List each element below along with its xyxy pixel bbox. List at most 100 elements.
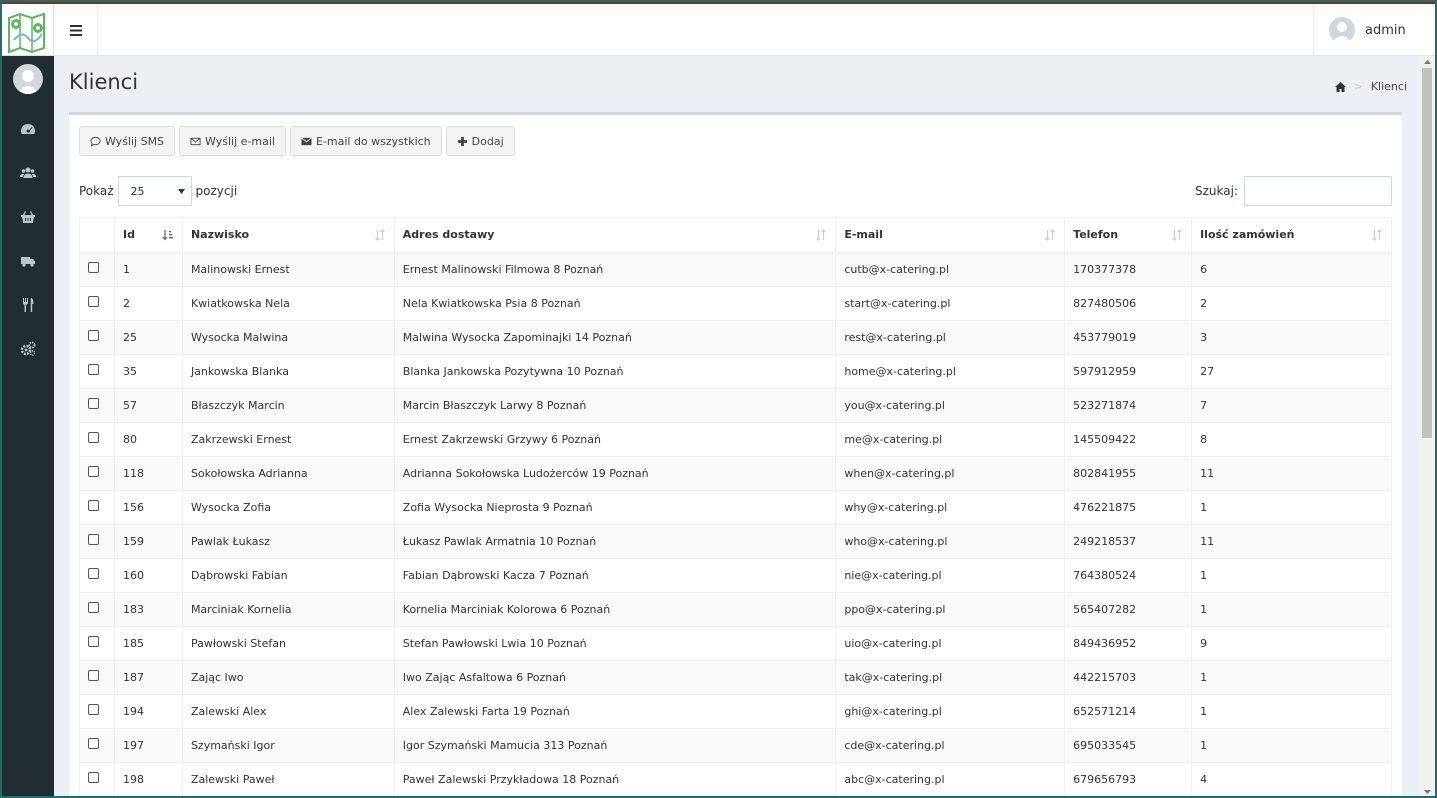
send-email-button[interactable]: Wyślij e-mail [179,126,286,156]
app-window: admin Klienci > Klienci Wyślij SMS Wyśli… [2,2,1435,796]
sidebar-item-clients[interactable] [2,158,54,188]
row-checkbox[interactable] [88,363,99,375]
table-row[interactable]: 25 Wysocka Malwina Malwina Wysocka Zapomin… [79,320,1392,355]
table-row[interactable]: 160 Dąbrowski Fabian Fabian Dąbrowski Kacz… [79,558,1392,593]
cell-select [79,388,115,423]
column-header-label: Adres dostawy [402,228,495,242]
cell-phone: 145509422 [1064,422,1193,457]
scroll-thumb[interactable] [1422,68,1432,438]
table-row[interactable]: 156 Wysocka Zofia Zofia Wysocka Nieprosta … [79,490,1392,525]
table-row[interactable]: 57 Błaszczyk Marcin Marcin Błaszczyk Larwy… [79,388,1392,423]
send-sms-button[interactable]: Wyślij SMS [79,126,176,156]
row-checkbox[interactable] [88,533,99,545]
select-column-header [79,217,115,254]
cell-phone: 849436952 [1064,626,1193,661]
cell-email: ghi@x-catering.pl [835,694,1066,729]
column-header-orders[interactable]: Ilość zamówień [1191,217,1392,254]
row-checkbox[interactable] [88,465,99,477]
row-checkbox[interactable] [88,771,99,783]
cell-phone: 679656793 [1064,762,1193,796]
cell-surname: Marciniak Kornelia [181,592,395,627]
add-client-label: Dodaj [471,134,504,148]
cell-orders: 1 [1191,728,1392,763]
column-header-email[interactable]: E-mail [835,217,1066,254]
column-header-address[interactable]: Adres dostawy [393,217,837,254]
cell-orders: 3 [1191,320,1392,355]
user-menu[interactable]: admin [1313,4,1435,56]
table-row[interactable]: 2 Kwiatkowska Nela Nela Kwiatkowska Psia 8… [79,286,1392,321]
cell-email: cde@x-catering.pl [835,728,1066,763]
table-row[interactable]: 198 Zalewski Paweł Paweł Zalewski Przykład… [79,762,1392,796]
cell-phone: 523271874 [1064,388,1193,423]
cell-surname: Wysocka Malwina [181,320,395,355]
cell-select [79,660,115,695]
row-checkbox[interactable] [88,567,99,579]
table-row[interactable]: 118 Sokołowska Adrianna Adrianna Sokołowsk… [79,456,1392,491]
table-row[interactable]: 80 Zakrzewski Ernest Ernest Zakrzewski Grz… [79,422,1392,457]
sidebar-item-menu[interactable] [2,290,54,320]
cell-select [79,626,115,661]
cell-orders: 1 [1191,660,1392,695]
cell-email: when@x-catering.pl [835,456,1066,491]
cell-surname: Zając Iwo [181,660,395,695]
cell-email: who@x-catering.pl [835,524,1066,559]
sort-icon [374,229,385,241]
scroll-up-button[interactable] [1419,56,1435,68]
row-checkbox[interactable] [88,737,99,749]
table-row[interactable]: 35 Jankowska Blanka Blanka Jankowska Pozyt… [79,354,1392,389]
sidebar-user-avatar[interactable] [13,64,43,94]
add-client-button[interactable]: Dodaj [445,126,515,156]
sidebar-item-dashboard[interactable] [2,114,54,144]
sidebar-item-settings[interactable] [2,334,54,364]
basket-icon [21,211,35,223]
cell-select [79,592,115,627]
row-checkbox[interactable] [88,295,99,307]
sidebar [2,4,54,796]
row-checkbox[interactable] [88,601,99,613]
table-row[interactable]: 185 Pawłowski Stefan Stefan Pawłowski Lwia… [79,626,1392,661]
row-checkbox[interactable] [88,669,99,681]
cell-id: 160 [113,558,183,593]
cell-select [79,694,115,729]
cell-surname: Malinowski Ernest [181,252,395,287]
column-header-id[interactable]: Id [113,217,183,254]
table-row[interactable]: 183 Marciniak Kornelia Kornelia Marciniak … [79,592,1392,627]
cell-email: start@x-catering.pl [835,286,1066,321]
cell-select [79,524,115,559]
table-row[interactable]: 194 Zalewski Alex Alex Zalewski Farta 19 P… [79,694,1392,729]
user-avatar [1329,17,1355,43]
sidebar-item-orders[interactable] [2,202,54,232]
column-header-surname[interactable]: Nazwisko [181,217,395,254]
page-scrollbar[interactable] [1419,56,1435,796]
table-row[interactable]: 197 Szymański Igor Igor Szymański Mamucia … [79,728,1392,763]
row-checkbox[interactable] [88,431,99,443]
row-checkbox[interactable] [88,635,99,647]
sidebar-item-delivery[interactable] [2,246,54,276]
cell-id: 183 [113,592,183,627]
scroll-down-button[interactable] [1419,786,1435,796]
search-input[interactable] [1244,176,1392,206]
cell-phone: 249218537 [1064,524,1193,559]
sidebar-toggle-button[interactable] [54,4,98,56]
email-all-button[interactable]: E-mail do wszystkich [289,126,442,156]
row-checkbox[interactable] [88,329,99,341]
search-label: Szukaj: [1195,184,1238,198]
column-header-phone[interactable]: Telefon [1064,217,1193,254]
cell-id: 80 [113,422,183,457]
row-checkbox[interactable] [88,261,99,273]
cell-email: home@x-catering.pl [835,354,1066,389]
app-logo[interactable] [2,4,54,56]
table-row[interactable]: 1 Malinowski Ernest Ernest Malinowski Film… [79,252,1392,287]
page-size-select[interactable]: 25 [117,176,192,206]
column-header-label: E-mail [844,228,883,242]
cell-select [79,728,115,763]
row-checkbox[interactable] [88,499,99,511]
table-row[interactable]: 187 Zając Iwo Iwo Zając Asfaltowa 6 Poznań… [79,660,1392,695]
home-icon[interactable] [1334,81,1346,92]
row-checkbox[interactable] [88,703,99,715]
breadcrumb-current: Klienci [1370,80,1407,93]
send-email-label: Wyślij e-mail [205,134,275,148]
table-row[interactable]: 159 Pawlak Łukasz Łukasz Pawlak Armatnia 1… [79,524,1392,559]
cell-address: Marcin Błaszczyk Larwy 8 Poznań [393,388,837,423]
row-checkbox[interactable] [88,397,99,409]
